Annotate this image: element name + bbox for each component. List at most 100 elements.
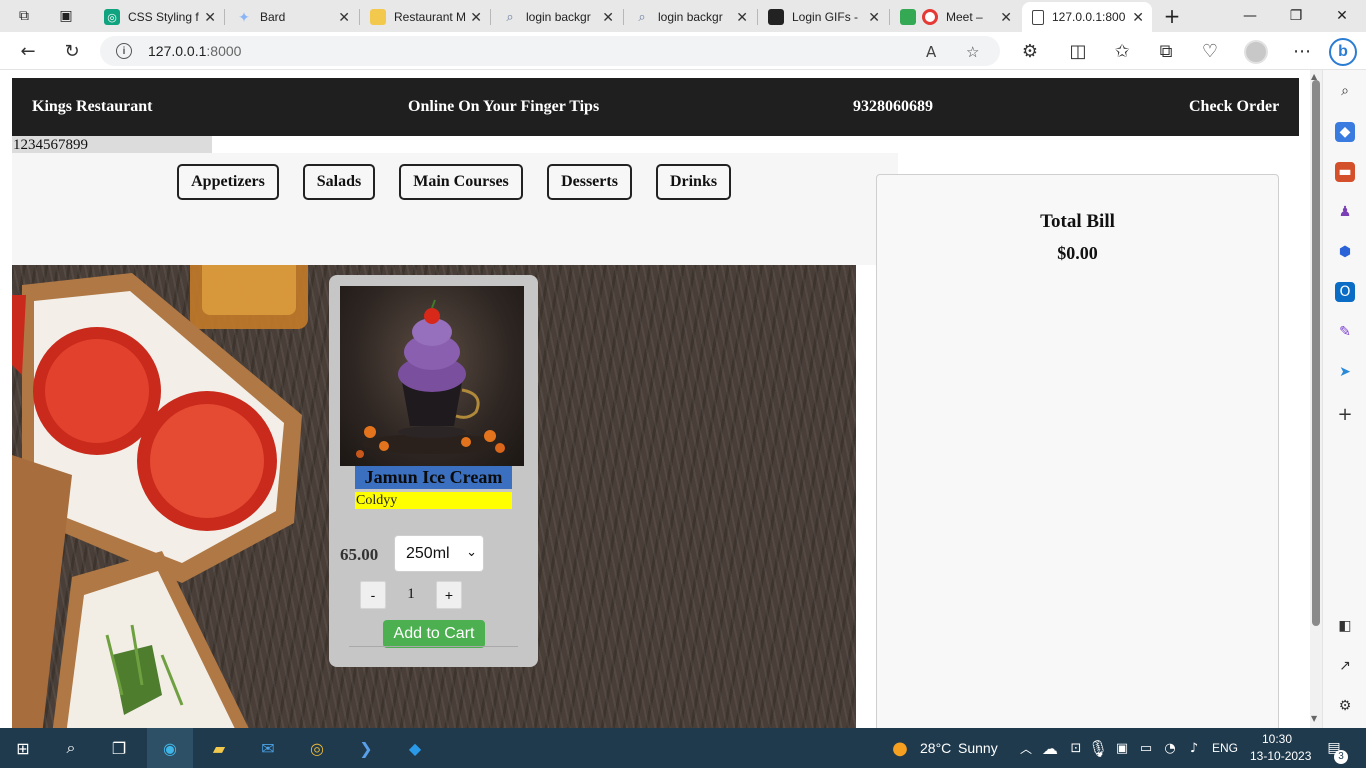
order-id-strip: 1234567899 [12,136,212,154]
close-icon[interactable]: ✕ [736,9,748,26]
category-salads-button[interactable]: Salads [303,164,375,200]
search-icon[interactable]: ⌕ [1335,81,1355,101]
browser-tab-4[interactable]: ⌕ login backgr ✕ [492,2,622,32]
browser-tab-strip: ⧉ ▣ ◎ CSS Styling f ✕ ✦ Bard ✕ Restauran… [0,0,1366,32]
mail-icon[interactable]: ✉ [256,736,280,760]
usb-device-icon[interactable]: ⊡ [1064,736,1088,760]
site-info-icon[interactable]: i [116,43,132,59]
clock-time[interactable]: 10:30 [1262,732,1292,746]
url-port: :8000 [206,43,242,59]
browser-tab-7[interactable]: Meet – ✕ [890,2,1020,32]
tab-divider [224,9,225,25]
send-icon[interactable]: ➤ [1335,362,1355,382]
quantity-decrease-button[interactable]: - [360,581,386,609]
reload-icon[interactable]: ↻ [58,38,86,64]
close-icon[interactable]: ✕ [602,9,614,26]
designer-icon[interactable]: ✎ [1335,322,1355,342]
task-view-icon[interactable]: ❐ [107,736,131,760]
chevron-down-icon: ⌄ [466,545,477,560]
language-indicator[interactable]: ENG [1212,741,1238,755]
microphone-icon[interactable]: 🎙 [1086,736,1110,760]
product-card: Jamun Ice Cream Coldyy 65.00 250ml ⌄ - 1… [329,275,538,667]
read-aloud-icon[interactable]: A [926,43,936,61]
category-main-courses-button[interactable]: Main Courses [399,164,523,200]
restore-icon[interactable]: ❐ [1276,4,1316,28]
tools-briefcase-icon[interactable]: ▬ [1335,162,1355,182]
scroll-thumb[interactable] [1312,80,1320,626]
chrome-icon[interactable]: ◎ [305,736,329,760]
clock-date[interactable]: 13-10-2023 [1250,749,1311,763]
close-icon[interactable]: ✕ [1000,9,1012,26]
ice-cream-illustration [356,299,505,458]
search-icon: ⌕ [506,9,514,24]
category-appetizers-button[interactable]: Appetizers [177,164,279,200]
split-screen-icon[interactable]: ◫ [1064,38,1092,64]
sidebar-layout-icon[interactable]: ◧ [1335,616,1355,636]
weather-temperature: 28°C [920,740,952,756]
page-viewport: Kings Restaurant Online On Your Finger T… [0,70,1310,728]
size-select[interactable]: 250ml ⌄ [394,535,484,572]
windows-start-icon[interactable]: ⊞ [11,736,35,760]
volume-icon[interactable]: ♪ [1182,736,1206,760]
browser-tab-3[interactable]: Restaurant M ✕ [360,2,490,32]
browser-tab-2[interactable]: ✦ Bard ✕ [226,2,358,32]
category-desserts-button[interactable]: Desserts [547,164,632,200]
page-scrollbar[interactable]: ▲ ▼ [1310,70,1322,728]
display-icon[interactable]: ▣ [1110,736,1134,760]
close-icon[interactable]: ✕ [470,9,482,26]
show-hidden-icons-chevron[interactable]: ︿ [1014,736,1038,760]
close-icon[interactable]: ✕ [1132,9,1144,26]
collections-icon[interactable]: ⧉ [1152,38,1180,64]
copilot-icon[interactable]: b [1329,38,1357,66]
bard-icon: ✦ [236,9,252,25]
browser-toolbar: ← ↻ i 127.0.0.1:8000 A ☆ ⚙ ◫ ✩ ⧉ ♡ ⋯ b [0,32,1366,70]
wifi-icon[interactable]: ◔ [1158,736,1182,760]
tab-actions-icon[interactable]: ▣ [48,4,84,28]
browser-tab-5[interactable]: ⌕ login backgr ✕ [624,2,756,32]
quantity-increase-button[interactable]: + [436,581,462,609]
file-explorer-icon[interactable]: ▰ [207,736,231,760]
new-tab-icon[interactable]: + [1152,4,1192,28]
edge-browser-icon[interactable]: ◉ [158,736,182,760]
product-tag: Coldyy [355,492,512,509]
close-icon[interactable]: ✕ [338,9,350,26]
minimize-icon[interactable]: — [1230,4,1270,28]
add-sidebar-app-icon[interactable]: + [1335,404,1355,425]
extensions-icon[interactable]: ⚙ [1016,38,1044,64]
browser-tab-6[interactable]: Login GIFs - ✕ [758,2,888,32]
onedrive-cloud-icon[interactable]: ☁ [1038,736,1062,760]
search-icon: ⌕ [638,9,646,24]
browser-tab-active[interactable]: 127.0.0.1:800 ✕ [1022,2,1152,32]
open-external-icon[interactable]: ↗ [1335,656,1355,676]
product-image [340,286,524,466]
games-icon[interactable]: ♟ [1335,202,1355,222]
check-order-link[interactable]: Check Order [1189,98,1279,116]
microsoft365-icon[interactable]: ⬢ [1335,242,1355,262]
more-menu-icon[interactable]: ⋯ [1288,38,1316,64]
back-icon[interactable]: ← [14,38,42,64]
tab-divider [490,9,491,25]
scroll-down-icon[interactable]: ▼ [1311,714,1317,723]
workspaces-icon[interactable]: ⧉ [6,4,42,28]
weather-sun-icon[interactable]: ● [888,736,912,760]
close-icon[interactable]: ✕ [868,9,880,26]
favorites-icon[interactable]: ✩ [1108,38,1136,64]
browser-tab-1[interactable]: ◎ CSS Styling f ✕ [94,2,224,32]
category-drinks-button[interactable]: Drinks [656,164,731,200]
favorite-star-icon[interactable]: ☆ [966,43,979,61]
search-icon[interactable]: ⌕ [59,736,83,760]
add-to-cart-button[interactable]: Add to Cart [383,620,485,648]
battery-icon[interactable]: ▭ [1134,736,1158,760]
address-bar[interactable]: i 127.0.0.1:8000 A ☆ [100,36,1000,66]
profile-avatar[interactable] [1244,40,1268,64]
outlook-icon[interactable]: O [1335,282,1355,302]
phone-number: 9328060689 [853,98,933,115]
vscode-icon[interactable]: ◆ [403,736,427,760]
window-close-icon[interactable]: ✕ [1322,4,1362,28]
recording-icon [922,9,938,25]
settings-gear-icon[interactable]: ⚙ [1335,696,1355,716]
close-icon[interactable]: ✕ [204,9,216,26]
shopping-tag-icon[interactable]: ◆ [1335,122,1355,142]
powershell-icon[interactable]: ❯ [354,736,378,760]
browser-essentials-icon[interactable]: ♡ [1196,38,1224,64]
